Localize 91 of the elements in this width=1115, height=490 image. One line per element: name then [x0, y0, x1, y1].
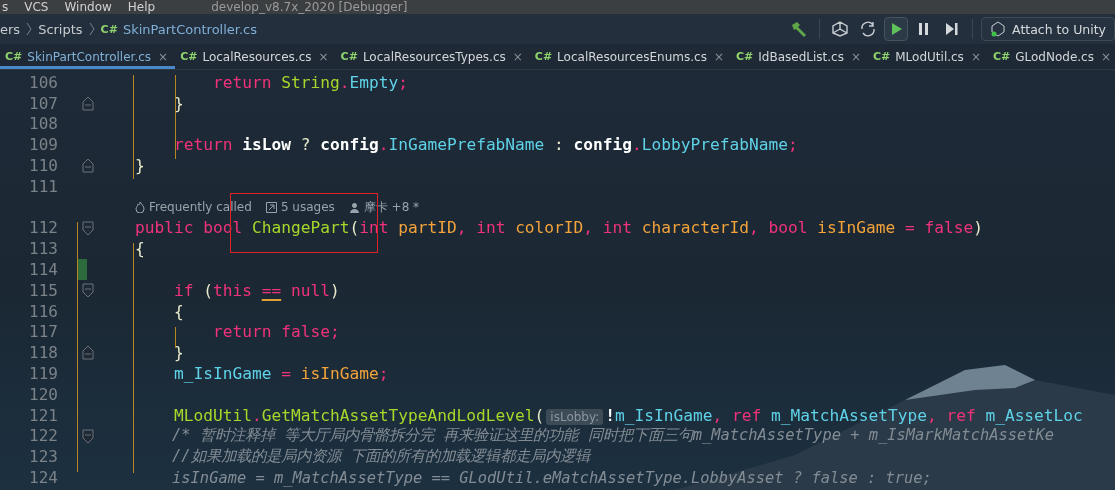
person-icon — [348, 201, 360, 213]
close-icon[interactable]: × — [318, 49, 329, 64]
tab-label: LocalResources.cs — [202, 49, 312, 64]
csharp-label: C# — [100, 22, 118, 36]
line-number: 119 — [28, 364, 58, 384]
line-number: 112 — [28, 218, 58, 238]
tab-label: GLodNode.cs — [1015, 49, 1094, 64]
menu-item[interactable]: Help — [127, 1, 156, 14]
line-number: 122 — [28, 426, 58, 446]
line-number: 108 — [28, 114, 58, 134]
file-tab[interactable]: C# LocalResourcesTypes.cs × — [335, 44, 530, 69]
breadcrumb-item[interactable]: ers — [0, 21, 21, 37]
chevron-icon — [26, 22, 33, 36]
code-line: if (this == null) — [172, 280, 340, 300]
hammer-icon — [790, 20, 809, 38]
file-tab[interactable]: C# IdBasedList.cs × — [730, 44, 868, 69]
csharp-label: C# — [992, 50, 1011, 63]
close-icon[interactable]: × — [970, 49, 981, 64]
close-icon[interactable]: × — [512, 49, 523, 64]
line-number: 114 — [28, 260, 58, 280]
line-number: 113 — [28, 239, 58, 259]
close-icon[interactable]: × — [850, 49, 861, 64]
line-number: 120 — [28, 384, 58, 404]
file-tab[interactable]: C# GLodNode.cs × — [987, 44, 1115, 69]
link-out-icon — [265, 201, 277, 213]
usages-hint[interactable]: 5 usages — [265, 200, 335, 215]
window-title: develop_v8.7x_2020 [Debugger] — [211, 1, 408, 14]
code-line: MLodUtil.GetMatchAssetTypeAndLodLevel( isLobby: !m_IsInGame, ref m_MatchAssetType, ref m_AssetLoc — [172, 405, 1083, 425]
tab-label: IdBasedList.cs — [758, 49, 844, 64]
code-line: return false; — [211, 322, 340, 342]
code-line: isInGame = m_MatchAssetType == GLodUtil.eMatchAssetType.LobbyAsset ? false : true; — [171, 468, 932, 488]
file-tab[interactable]: C# LocalResourcesEnums.cs × — [529, 44, 731, 69]
code-line: } — [172, 343, 184, 363]
csharp-label: C# — [872, 50, 891, 63]
line-number: 110 — [28, 156, 58, 176]
cube-icon — [831, 20, 850, 38]
line-number: 117 — [28, 322, 58, 342]
fold-icon[interactable] — [82, 428, 94, 444]
close-icon[interactable]: × — [1100, 49, 1111, 64]
tab-label: LocalResourcesTypes.cs — [362, 49, 506, 64]
code-line: { — [172, 301, 184, 321]
code-line: } — [135, 156, 145, 176]
line-number: 106 — [28, 72, 58, 92]
fold-icon[interactable] — [82, 95, 94, 111]
line-number: 109 — [28, 135, 58, 155]
menu-item[interactable]: s — [2, 1, 9, 14]
fold-icon[interactable] — [82, 158, 94, 174]
line-number: 121 — [28, 405, 58, 425]
refresh-icon — [859, 20, 878, 38]
code-line: m_IsInGame = isInGame; — [172, 364, 389, 384]
code-line: } — [172, 93, 184, 113]
file-tab[interactable]: C# LocalResources.cs × — [175, 44, 336, 69]
file-tab[interactable]: C# MLodUtil.cs × — [867, 44, 988, 69]
flame-icon — [135, 201, 145, 214]
code-line: return isLow ? config.InGamePrefabName : config.LobbyPrefabName; — [172, 135, 798, 155]
line-number: 116 — [28, 301, 58, 321]
csharp-label: C# — [340, 50, 358, 63]
fold-icon[interactable] — [82, 220, 94, 236]
file-tab[interactable]: C# SkinPartController.cs × — [0, 44, 176, 69]
line-number: 111 — [28, 176, 58, 196]
line-number: 118 — [28, 343, 58, 363]
csharp-label: C# — [534, 50, 553, 63]
menu-item[interactable]: VCS — [24, 1, 49, 14]
attach-button[interactable]: Attach to Unity — [981, 17, 1115, 41]
parameter-hint: isLobby: — [546, 408, 604, 425]
close-icon[interactable]: × — [158, 49, 169, 64]
code-line: /* 暂时注释掉 等大厅局内骨骼拆分完 再来验证这里的功能 同时把下面三句m_MatchAssetType + m_IsMarkMatchAssetKe — [171, 425, 1055, 447]
csharp-label: C# — [180, 50, 198, 63]
menu-item[interactable]: Window — [64, 1, 112, 14]
tab-label: LocalResourcesEnums.cs — [557, 49, 707, 64]
breadcrumb-item[interactable]: Scripts — [38, 21, 83, 37]
tab-label: SkinPartController.cs — [27, 49, 152, 64]
play-button[interactable] — [884, 17, 909, 41]
step-icon — [945, 22, 960, 36]
code-line: //如果加载的是局内资源 下面的所有的加载逻辑都走局内逻辑 — [171, 446, 590, 468]
line-number: 123 — [28, 447, 58, 467]
tab-label: MLodUtil.cs — [895, 49, 964, 64]
cube-icon — [990, 21, 1007, 37]
chevron-icon — [88, 22, 95, 36]
code-line: { — [135, 239, 145, 259]
line-number: 124 — [28, 468, 58, 488]
line-number: 115 — [28, 280, 58, 300]
breadcrumb-item[interactable]: SkinPartController.cs — [122, 21, 257, 37]
fold-icon[interactable] — [82, 282, 94, 298]
play-icon — [889, 22, 904, 36]
line-number: 107 — [28, 93, 58, 113]
fold-icon[interactable] — [82, 345, 94, 361]
close-icon[interactable]: × — [713, 49, 724, 64]
code-line: return String.Empty; — [211, 72, 408, 92]
csharp-label: C# — [735, 50, 754, 63]
csharp-label: C# — [5, 50, 23, 63]
